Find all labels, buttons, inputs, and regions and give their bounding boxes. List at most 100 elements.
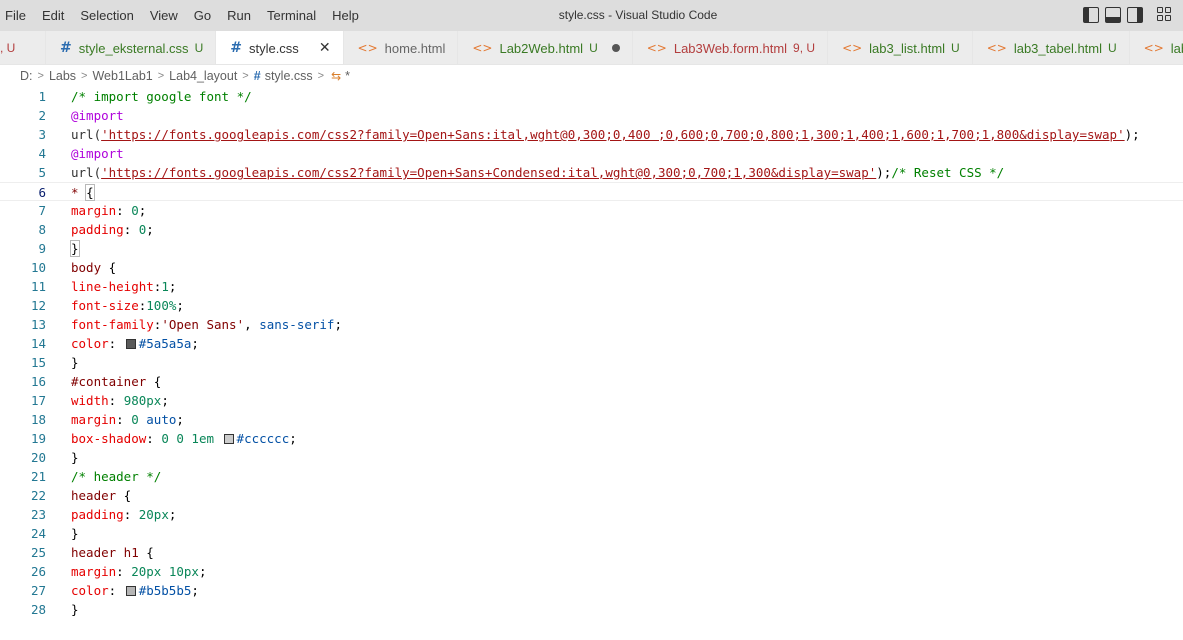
code-property: margin [71, 564, 117, 579]
code-line[interactable]: 13 font-family:'Open Sans', sans-serif; [0, 315, 1183, 334]
code-function: url( [71, 127, 102, 142]
tab-lab3web-form-html[interactable]: <> Lab3Web.form.html 9, U [632, 31, 829, 64]
line-number: 17 [30, 393, 46, 408]
code-editor[interactable]: 1 /* import google font */ 2 @import 3 url(… [0, 87, 1183, 640]
tab-style-eksternal-css[interactable]: # style_eksternal.css U [46, 31, 217, 64]
code-line[interactable]: 28} [0, 600, 1183, 619]
code-line[interactable]: 2 @import [0, 106, 1183, 125]
code-selector: body [71, 260, 102, 275]
code-brace: { [138, 545, 154, 560]
code-line[interactable]: 25 header h1 { [0, 543, 1183, 562]
code-function: url( [71, 165, 102, 180]
menu-file[interactable]: File [0, 0, 34, 31]
code-line[interactable]: 4 @import [0, 144, 1183, 163]
code-line[interactable]: 24} [0, 524, 1183, 543]
code-number: 20px [138, 507, 169, 522]
menu-help[interactable]: Help [324, 0, 367, 31]
tab-home-html[interactable]: <> home.html [343, 31, 459, 64]
code-line[interactable]: 19 box-shadow: 0 0 1em #cccccc; [0, 429, 1183, 448]
breadcrumb-symbol[interactable]: * [345, 69, 350, 83]
tab-label: style_eksternal.css [78, 40, 189, 56]
line-number: 22 [30, 488, 46, 503]
chevron-right-icon: > [317, 70, 325, 82]
code-string-link[interactable]: 'https://fonts.googleapis.com/css2?famil… [101, 165, 876, 180]
code-property: font-family [71, 317, 154, 332]
code-line[interactable]: 20} [0, 448, 1183, 467]
tab-style-css[interactable]: # style.css ✕ [216, 31, 344, 64]
code-property: color [71, 583, 109, 598]
code-line[interactable]: 21 /* header */ [0, 467, 1183, 486]
html-file-icon: <> [1143, 41, 1164, 55]
code-color-value: #5a5a5a [138, 336, 192, 351]
customize-layout-icon[interactable] [1157, 7, 1173, 23]
tab-partial[interactable]: , U [0, 31, 46, 64]
code-line[interactable]: 16 #container { [0, 372, 1183, 391]
code-line[interactable]: 15} [0, 353, 1183, 372]
breadcrumb-file[interactable]: style.css [265, 69, 313, 83]
tab-lab2web-html[interactable]: <> Lab2Web.html U [458, 31, 633, 64]
code-brace: } [71, 526, 79, 541]
line-number: 13 [30, 317, 46, 332]
breadcrumb-item[interactable]: Web1Lab1 [92, 69, 152, 83]
line-number: 16 [30, 374, 46, 389]
color-swatch-icon[interactable] [223, 434, 234, 444]
code-line[interactable]: 27 color: #b5b5b5; [0, 581, 1183, 600]
code-line[interactable]: 26 margin: 20px 10px; [0, 562, 1183, 581]
tab-lab-partial[interactable]: <> lab [1129, 31, 1183, 64]
line-number: 5 [38, 165, 46, 180]
code-string: 'Open Sans' [161, 317, 245, 332]
code-line[interactable]: 11 line-height:1; [0, 277, 1183, 296]
breadcrumb-item[interactable]: D: [20, 69, 33, 83]
unsaved-dot-icon[interactable] [611, 44, 620, 52]
code-line[interactable]: 17 width: 980px; [0, 391, 1183, 410]
code-property: box-shadow [71, 431, 147, 446]
css-file-icon: # [60, 40, 72, 56]
title-bar: File Edit Selection View Go Run Terminal… [0, 0, 1183, 31]
tab-label: lab3_tabel.html [1013, 40, 1102, 56]
code-brace: { [101, 260, 117, 275]
code-number: 20px 10px [131, 564, 199, 579]
code-line[interactable]: 7 margin: 0; [0, 201, 1183, 220]
code-line-current[interactable]: 6 * { [0, 182, 1183, 201]
code-line[interactable]: 1 /* import google font */ [0, 87, 1183, 106]
code-string-link[interactable]: 'https://fonts.googleapis.com/css2?famil… [101, 127, 1125, 142]
code-line[interactable]: 9} [0, 239, 1183, 258]
line-number: 26 [30, 564, 46, 579]
html-file-icon: <> [357, 41, 378, 55]
close-icon[interactable]: ✕ [319, 40, 331, 56]
code-line[interactable]: 10 body { [0, 258, 1183, 277]
tab-status: U [951, 41, 960, 55]
code-line[interactable]: 14 color: #5a5a5a; [0, 334, 1183, 353]
menu-terminal[interactable]: Terminal [259, 0, 324, 31]
code-line[interactable]: 12 font-size:100%; [0, 296, 1183, 315]
breadcrumb-item[interactable]: Lab4_layout [169, 69, 237, 83]
code-line[interactable]: 22 header { [0, 486, 1183, 505]
line-number: 4 [38, 146, 46, 161]
chevron-right-icon: > [81, 70, 88, 82]
code-line[interactable]: 3 url('https://fonts.googleapis.com/css2?… [0, 125, 1183, 144]
code-line[interactable]: 5 url('https://fonts.googleapis.com/css2?… [0, 163, 1183, 182]
color-swatch-icon[interactable] [125, 339, 136, 349]
code-brace: } [71, 355, 79, 370]
code-line[interactable]: 8 padding: 0; [0, 220, 1183, 239]
editor-tab-bar: , U # style_eksternal.css U # style.css … [0, 31, 1183, 65]
line-number: 2 [38, 108, 46, 123]
color-swatch-icon[interactable] [125, 586, 136, 596]
html-file-icon: <> [986, 41, 1007, 55]
tab-lab3-tabel-html[interactable]: <> lab3_tabel.html U [972, 31, 1130, 64]
css-file-icon: # [253, 69, 261, 83]
toggle-panel-icon[interactable] [1105, 7, 1121, 23]
toggle-secondary-sidebar-icon[interactable] [1127, 7, 1143, 23]
toggle-primary-sidebar-icon[interactable] [1083, 7, 1099, 23]
code-at-rule: @import [71, 108, 124, 123]
tab-label: Lab3Web.form.html [673, 40, 788, 56]
code-line[interactable]: 18 margin: 0 auto; [0, 410, 1183, 429]
menu-selection[interactable]: Selection [72, 0, 141, 31]
breadcrumb-item[interactable]: Labs [49, 69, 76, 83]
menu-view[interactable]: View [142, 0, 186, 31]
code-line[interactable]: 23 padding: 20px; [0, 505, 1183, 524]
tab-lab3-list-html[interactable]: <> lab3_list.html U [828, 31, 973, 64]
menu-go[interactable]: Go [186, 0, 219, 31]
menu-run[interactable]: Run [219, 0, 259, 31]
menu-edit[interactable]: Edit [34, 0, 72, 31]
